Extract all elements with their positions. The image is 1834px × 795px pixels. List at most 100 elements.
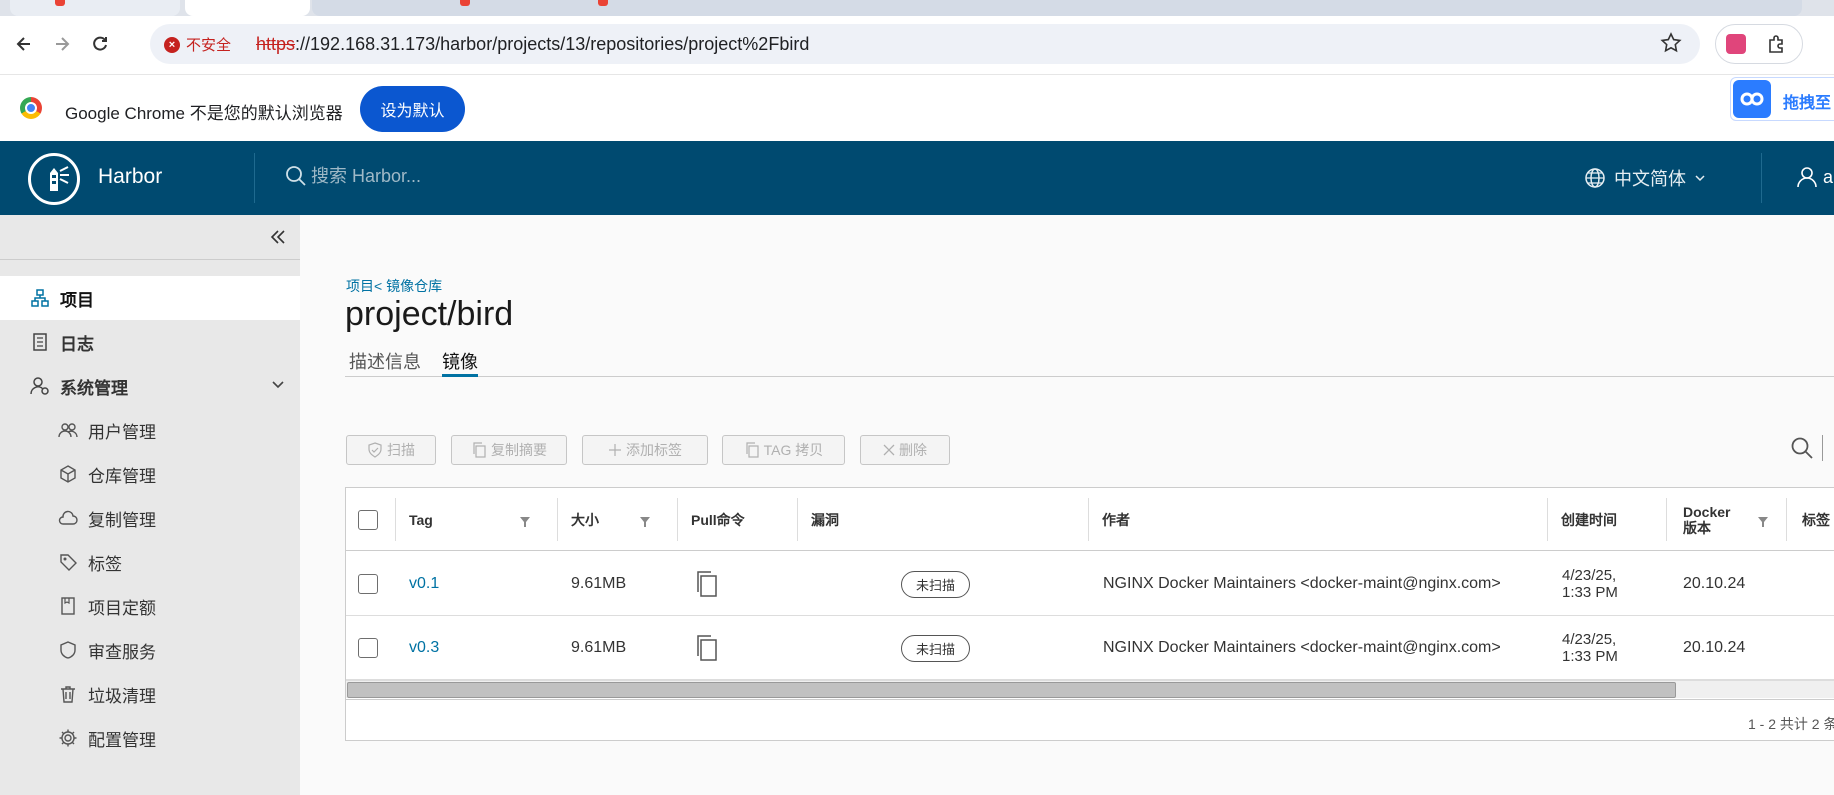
sidebar-item-users[interactable]: 用户管理	[0, 408, 300, 452]
sidebar-item-registries[interactable]: 仓库管理	[0, 452, 300, 496]
tag-icon	[58, 552, 78, 572]
sidebar-item-config[interactable]: 配置管理	[0, 716, 300, 760]
tag-copy-button[interactable]: TAG 拷贝	[722, 435, 845, 465]
column-header-tag[interactable]: Tag	[409, 488, 433, 551]
extensions-group	[1715, 24, 1803, 64]
gear-icon	[58, 728, 78, 748]
sidebar-item-label: 用户管理	[88, 422, 156, 442]
column-header-created[interactable]: 创建时间	[1561, 488, 1617, 551]
sidebar-item-label: 仓库管理	[88, 466, 156, 486]
main-content: 项目< 镜像仓库 project/bird 描述信息 镜像 扫描 复制摘要 添加…	[300, 215, 1834, 795]
plus-icon	[609, 444, 621, 456]
sidebar-item-quotas[interactable]: 项目定额	[0, 584, 300, 628]
column-header-pull: Pull命令	[691, 511, 745, 528]
sidebar-item-replications[interactable]: 复制管理	[0, 496, 300, 540]
add-label-button[interactable]: 添加标签	[582, 435, 708, 465]
puzzle-icon	[1769, 35, 1783, 53]
filter-icon[interactable]	[519, 516, 531, 528]
column-header-docker-version[interactable]: Docker 版本	[1683, 488, 1730, 551]
sidebar-item-interrogation[interactable]: 审查服务	[0, 628, 300, 672]
sidebar-item-gc[interactable]: 垃圾清理	[0, 672, 300, 716]
row-checkbox-cell	[358, 552, 378, 616]
brand-name[interactable]: Harbor	[98, 165, 162, 189]
select-all-checkbox[interactable]	[358, 509, 378, 530]
search-icon	[286, 166, 306, 186]
chrome-logo-icon	[20, 97, 42, 119]
row-checkbox-cell	[358, 616, 378, 680]
created-date: 4/23/25,	[1562, 567, 1617, 584]
toolbar-divider	[1822, 435, 1823, 461]
browser-tab[interactable]	[10, 0, 180, 16]
set-default-button[interactable]: 设为默认	[360, 86, 465, 132]
translate-extension-icon[interactable]	[1726, 34, 1746, 54]
security-indicator[interactable]: × 不安全	[164, 34, 231, 55]
created-time: 1:33 PM	[1562, 584, 1618, 601]
tag-link[interactable]: v0.1	[409, 552, 439, 616]
row-checkbox[interactable]	[358, 574, 378, 594]
column-header-vulnerabilities[interactable]: 漏洞	[811, 488, 839, 551]
language-label: 中文简体	[1614, 169, 1686, 189]
sidebar-item-projects[interactable]: 项目	[0, 276, 300, 320]
star-icon	[1660, 32, 1682, 53]
delete-button[interactable]: 删除	[860, 435, 950, 465]
registry-icon	[58, 464, 78, 484]
collapse-sidebar-button[interactable]	[268, 227, 288, 252]
browser-tab-group[interactable]	[312, 0, 1802, 16]
table-search-button[interactable]	[1790, 435, 1823, 461]
scrollbar-thumb[interactable]	[347, 682, 1676, 698]
scan-button[interactable]: 扫描	[346, 435, 436, 465]
column-divider	[1088, 498, 1089, 541]
tag-link[interactable]: v0.3	[409, 616, 439, 680]
chevron-down-icon	[1695, 175, 1705, 182]
copy-digest-button[interactable]: 复制摘要	[451, 435, 567, 465]
sidebar-item-admin[interactable]: 系统管理	[0, 364, 300, 408]
breadcrumb[interactable]: 项目< 镜像仓库	[346, 276, 442, 296]
delete-label: 删除	[899, 442, 927, 458]
row-checkbox[interactable]	[358, 638, 378, 658]
table-row[interactable]: v0.3 9.61MB 未扫描 NGINX Docker Maintainers…	[346, 616, 1834, 680]
column-header-size[interactable]: 大小	[571, 488, 599, 551]
browser-tab-active[interactable]	[185, 0, 310, 16]
user-menu[interactable]: a	[1795, 165, 1833, 189]
author-cell: NGINX Docker Maintainers <docker-maint@n…	[1103, 639, 1501, 656]
column-divider	[557, 498, 558, 541]
tab-info[interactable]: 描述信息	[349, 348, 421, 377]
sidebar-item-labels[interactable]: 标签	[0, 540, 300, 584]
header-divider	[1761, 153, 1762, 203]
address-bar[interactable]: × 不安全 https://192.168.31.173/harbor/proj…	[150, 24, 1700, 64]
copy-pull-command-button[interactable]	[694, 616, 720, 680]
scan-label: 扫描	[387, 442, 415, 458]
global-search[interactable]	[285, 165, 611, 187]
search-icon	[1791, 437, 1813, 459]
language-selector[interactable]: 中文简体	[1584, 165, 1706, 191]
global-search-input[interactable]	[311, 165, 611, 187]
pagination-summary: 1 - 2 共计 2 条	[1748, 716, 1834, 732]
reload-button[interactable]	[86, 30, 114, 58]
column-divider	[797, 498, 798, 541]
harbor-logo-icon[interactable]	[28, 153, 80, 205]
globe-icon	[1585, 168, 1605, 188]
size-cell: 9.61MB	[571, 639, 627, 656]
bookmark-star-button[interactable]	[1660, 32, 1682, 59]
size-cell: 9.61MB	[571, 575, 627, 592]
tab-favicon	[460, 0, 470, 6]
filter-icon[interactable]	[1757, 516, 1769, 528]
sidebar-item-logs[interactable]: 日志	[0, 320, 300, 364]
column-divider	[395, 498, 396, 541]
column-divider	[1547, 498, 1548, 541]
baidu-drag-button[interactable]: 拖拽至	[1730, 77, 1834, 121]
horizontal-scrollbar[interactable]	[346, 680, 1834, 698]
filter-icon[interactable]	[639, 516, 651, 528]
copy-pull-command-button[interactable]	[694, 552, 720, 616]
url-scheme: https	[256, 34, 296, 54]
table-row[interactable]: v0.1 9.61MB 未扫描 NGINX Docker Maintainers…	[346, 552, 1834, 616]
back-button[interactable]	[10, 30, 38, 58]
log-icon	[30, 332, 50, 352]
extensions-button[interactable]	[1766, 33, 1788, 60]
chevron-down-icon	[270, 376, 286, 397]
forward-button[interactable]	[48, 30, 76, 58]
column-header-author[interactable]: 作者	[1102, 488, 1130, 551]
tab-images[interactable]: 镜像	[442, 348, 478, 377]
url-text[interactable]: https://192.168.31.173/harbor/projects/1…	[256, 34, 809, 55]
shield-check-icon	[368, 442, 382, 458]
